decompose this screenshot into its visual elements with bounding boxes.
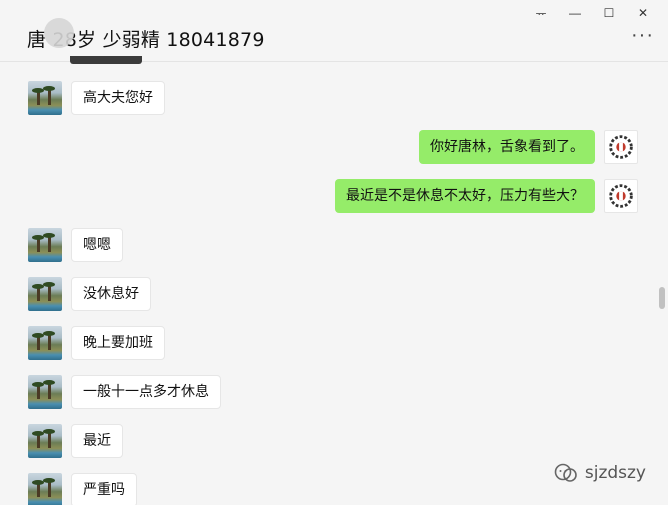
close-button[interactable]: ✕ [626,4,660,22]
message-row: 最近 [0,424,668,460]
message-row: 嗯嗯 [0,228,668,264]
window-controls: ᅲ — ☐ ✕ [524,4,660,22]
message-row: 最近是不是休息不太好，压力有些大？ [0,179,668,215]
message-row: 你好唐林，舌象看到了。 [0,130,668,166]
contact-avatar[interactable] [28,228,62,262]
outgoing-message-bubble[interactable]: 最近是不是休息不太好，压力有些大？ [335,179,595,213]
outgoing-message-bubble[interactable]: 你好唐林，舌象看到了。 [419,130,595,164]
redaction-blur [44,18,74,48]
message-row: 没休息好 [0,277,668,313]
contact-avatar[interactable] [28,424,62,458]
contact-avatar[interactable] [28,375,62,409]
contact-avatar[interactable] [28,81,62,115]
chat-window: ᅲ — ☐ ✕ 唐 28岁 少弱精 18041879 ··· 高大夫您好你好唐林… [0,0,668,505]
pin-button[interactable]: ᅲ [524,4,558,22]
contact-avatar[interactable] [28,277,62,311]
chat-header: ᅲ — ☐ ✕ 唐 28岁 少弱精 18041879 ··· [0,0,668,62]
minimize-button[interactable]: — [558,4,592,22]
incoming-message-bubble[interactable]: 高大夫您好 [71,81,165,115]
contact-avatar[interactable] [28,473,62,505]
incoming-message-bubble[interactable]: 严重吗 [71,473,137,505]
scrollbar[interactable] [659,287,665,309]
incoming-message-bubble[interactable]: 最近 [71,424,123,458]
wechat-official-account-icon [554,463,577,482]
previous-image-message[interactable] [70,56,142,64]
incoming-message-bubble[interactable]: 嗯嗯 [71,228,123,262]
incoming-message-bubble[interactable]: 没休息好 [71,277,151,311]
more-options-button[interactable]: ··· [631,25,654,45]
incoming-message-bubble[interactable]: 晚上要加班 [71,326,165,360]
message-row: 一般十一点多才休息 [0,375,668,411]
message-row: 高大夫您好 [0,81,668,117]
doctor-avatar[interactable] [604,179,638,213]
maximize-button[interactable]: ☐ [592,4,626,22]
watermark: sjzdszy [553,463,646,483]
message-row: 晚上要加班 [0,326,668,362]
doctor-avatar[interactable] [604,130,638,164]
watermark-text: sjzdszy [584,463,646,483]
incoming-message-bubble[interactable]: 一般十一点多才休息 [71,375,221,409]
contact-avatar[interactable] [28,326,62,360]
